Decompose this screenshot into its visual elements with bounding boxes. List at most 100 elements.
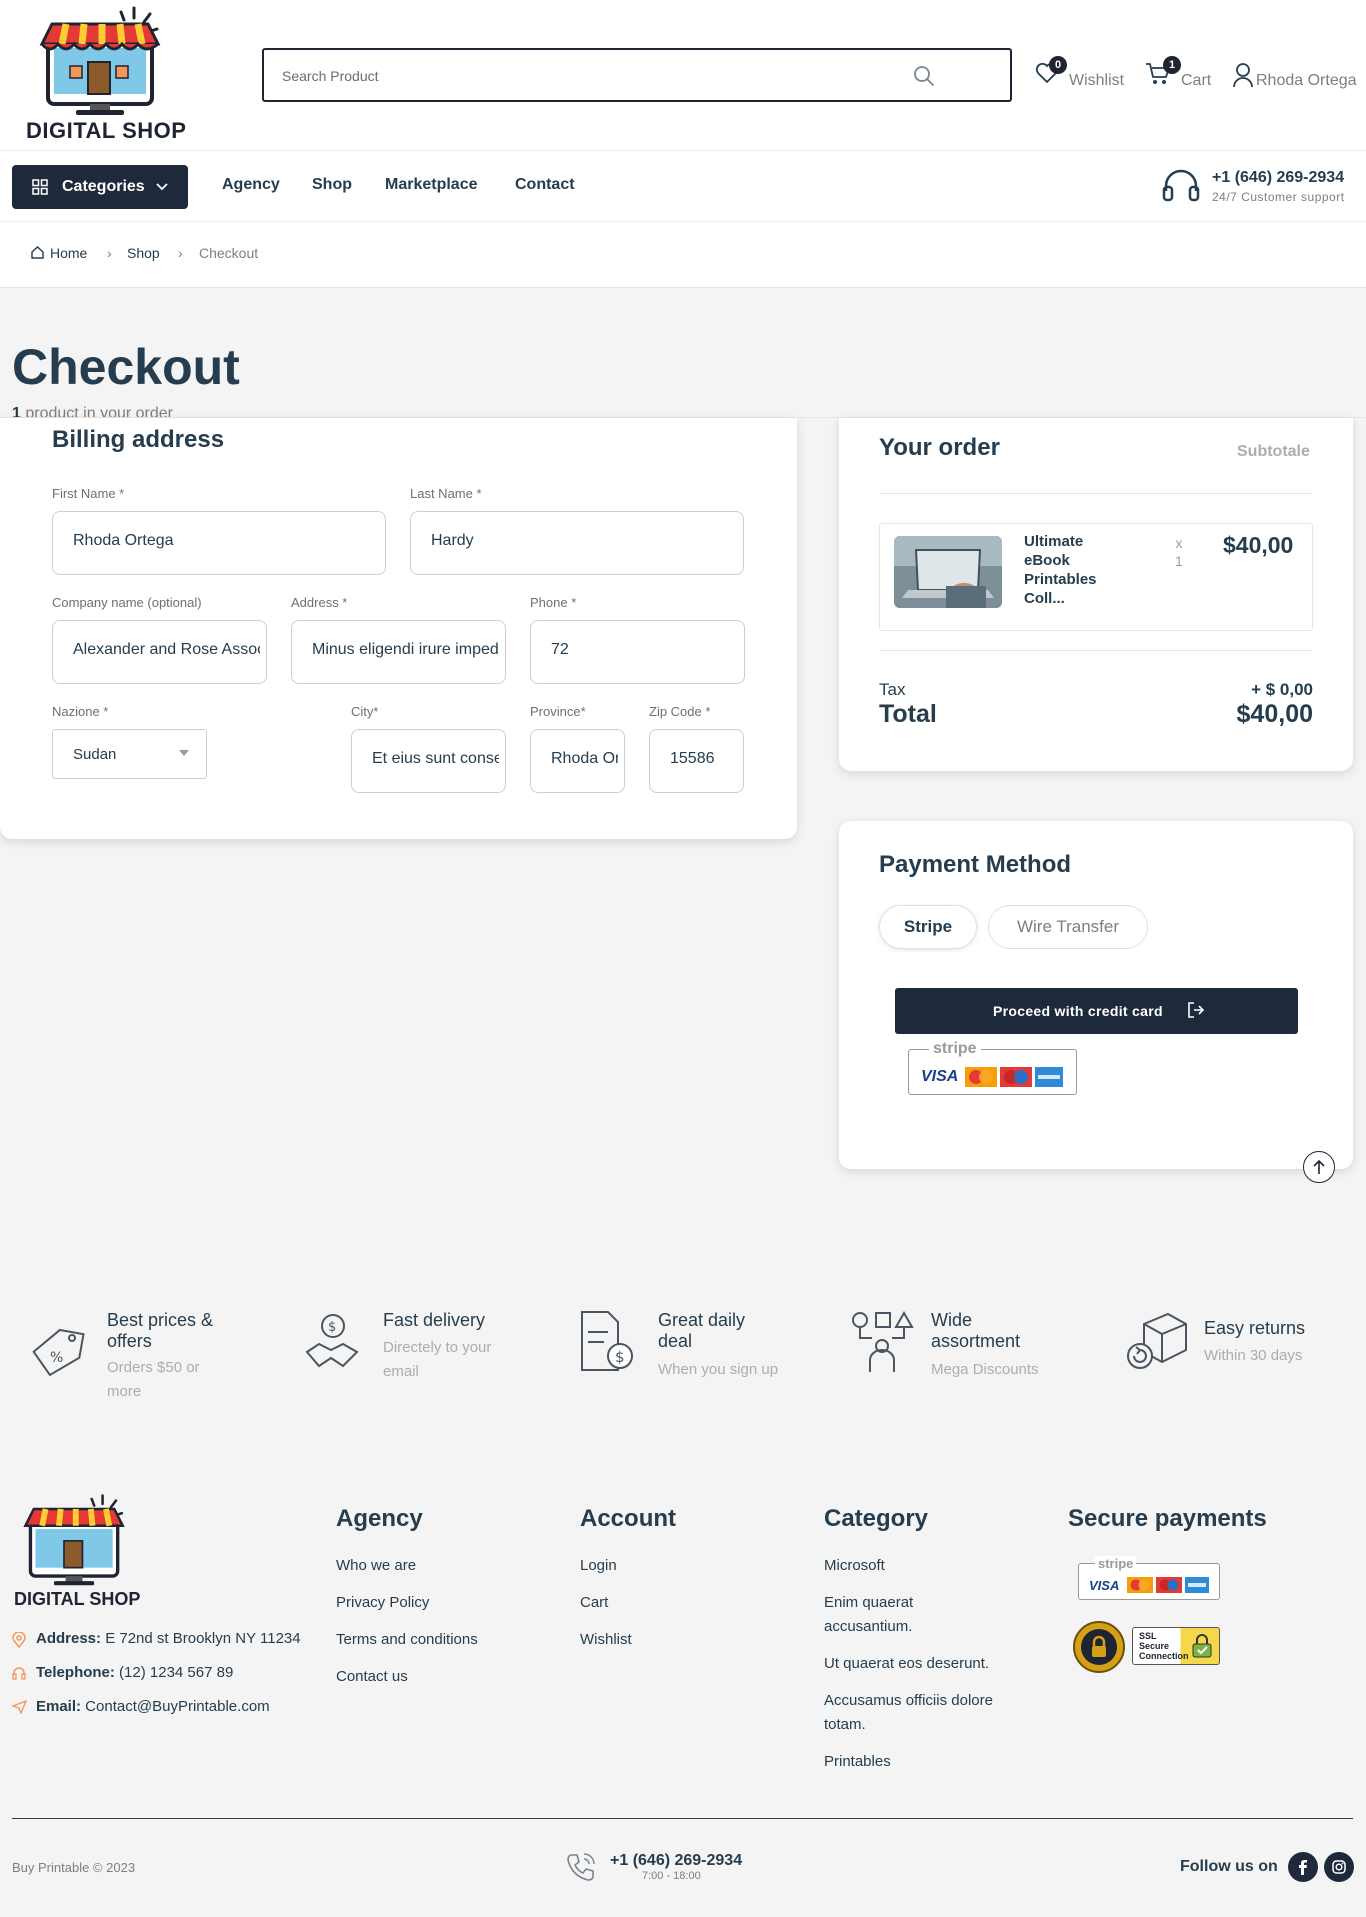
- stripe-wordmark: stripe: [929, 1040, 981, 1058]
- chevron-down-icon: [156, 183, 168, 191]
- scroll-to-top-button[interactable]: [1303, 1151, 1335, 1183]
- proceed-credit-card-button[interactable]: Proceed with credit card: [895, 988, 1298, 1034]
- stripe-wordmark: stripe: [1095, 1556, 1137, 1571]
- product-count-text: product in your order: [20, 405, 173, 417]
- footer-link[interactable]: Login: [580, 1554, 617, 1578]
- order-heading: Your order: [879, 434, 1000, 461]
- total-label: Total: [879, 700, 937, 728]
- user-account-link[interactable]: Rhoda Ortega: [1232, 60, 1362, 96]
- footer-link[interactable]: Contact us: [336, 1665, 408, 1689]
- grid-icon: [32, 179, 48, 195]
- footer-link[interactable]: Cart: [580, 1591, 608, 1615]
- footer-phone-number: +1 (646) 269-2934: [610, 1852, 743, 1869]
- breadcrumb-shop[interactable]: Shop: [127, 245, 160, 261]
- footer-link[interactable]: Wishlist: [580, 1628, 632, 1652]
- arrow-up-icon: [1313, 1159, 1325, 1174]
- footer-link[interactable]: Privacy Policy: [336, 1591, 429, 1615]
- product-thumbnail[interactable]: [894, 536, 1002, 608]
- footer-link[interactable]: Who we are: [336, 1554, 416, 1578]
- zip-label: Zip Code *: [649, 704, 711, 719]
- footer-logo[interactable]: DIGITAL SHOP: [12, 1492, 152, 1612]
- address-field[interactable]: Minus eligendi irure impedit: [291, 620, 506, 684]
- footer-link[interactable]: Enim quaerat accusantium.: [824, 1591, 913, 1639]
- zip-field[interactable]: 15586: [649, 729, 744, 793]
- address-value: Minus eligendi irure impedit: [312, 641, 499, 658]
- footer-link[interactable]: Ut quaerat eos deserunt.: [824, 1652, 989, 1676]
- phone-field[interactable]: 72: [530, 620, 745, 684]
- feature-subtitle: When you sign up: [658, 1361, 779, 1378]
- province-field[interactable]: Rhoda Ortega: [530, 729, 625, 793]
- total-value: $40,00: [1236, 700, 1313, 728]
- facebook-icon: [1299, 1860, 1307, 1875]
- price-tag-icon: %: [32, 1328, 85, 1377]
- nav-link-shop[interactable]: Shop: [312, 176, 352, 194]
- last-name-value: Hardy: [431, 532, 474, 549]
- wishlist-link[interactable]: 0 Wishlist: [1032, 56, 1132, 96]
- site-logo[interactable]: DIGITAL SHOP: [26, 6, 186, 144]
- page-title: Checkout: [12, 339, 240, 395]
- product-name[interactable]: Ultimate eBook Printables Coll...: [1024, 532, 1097, 608]
- security-seal-icon: [1073, 1621, 1125, 1673]
- company-field[interactable]: Alexander and Rose Associates: [52, 620, 267, 684]
- footer-link[interactable]: Printables: [824, 1750, 891, 1774]
- breadcrumb-home[interactable]: Home: [50, 245, 87, 261]
- footer-phone[interactable]: +1 (646) 269-2934 7:00 - 18:00: [566, 1848, 766, 1888]
- nav-link-marketplace[interactable]: Marketplace: [385, 176, 478, 194]
- first-name-field[interactable]: Rhoda Ortega: [52, 511, 386, 575]
- footer-secure-heading: Secure payments: [1068, 1505, 1267, 1532]
- subtotal-label: Subtotale: [1237, 443, 1310, 460]
- tab-wire-transfer[interactable]: Wire Transfer: [988, 905, 1148, 949]
- footer-email[interactable]: Email: Contact@BuyPrintable.com: [36, 1698, 270, 1715]
- proceed-label: Proceed with credit card: [993, 1003, 1163, 1019]
- billing-card: Billing address First Name * Rhoda Orteg…: [0, 418, 797, 839]
- footer-stripe-badge: stripe VISA: [1078, 1556, 1220, 1600]
- instagram-link[interactable]: [1324, 1852, 1354, 1882]
- search-bar: [262, 48, 1012, 102]
- cart-link[interactable]: 1 Cart: [1143, 56, 1213, 96]
- feature-subtitle: Directely to your email: [383, 1339, 492, 1380]
- footer-link[interactable]: Microsoft: [824, 1554, 885, 1578]
- categories-button[interactable]: Categories: [12, 165, 188, 209]
- support-phone-number: +1 (646) 269-2934: [1212, 169, 1345, 186]
- cart-label: Cart: [1181, 72, 1212, 89]
- footer-telephone[interactable]: Telephone: (12) 1234 567 89: [36, 1664, 233, 1681]
- search-icon[interactable]: [912, 64, 936, 88]
- return-box-icon: [1127, 1312, 1187, 1369]
- headset-icon: [1162, 169, 1200, 202]
- search-input[interactable]: [282, 64, 882, 88]
- country-label: Nazione *: [52, 704, 109, 719]
- order-divider: [879, 493, 1313, 494]
- phone-label: Phone *: [530, 595, 577, 610]
- breadcrumb-current: Checkout: [199, 245, 259, 261]
- handshake-coin-icon: $: [305, 1314, 359, 1368]
- city-label: City*: [351, 704, 379, 719]
- instagram-icon: [1332, 1860, 1346, 1874]
- visa-logo: VISA: [1089, 1578, 1120, 1593]
- address-label: Address *: [291, 595, 348, 610]
- nav-link-contact[interactable]: Contact: [515, 176, 575, 194]
- facebook-link[interactable]: [1288, 1852, 1318, 1882]
- footer-logo-text: DIGITAL SHOP: [14, 1589, 141, 1609]
- support-phone[interactable]: +1 (646) 269-2934 24/7 Customer support: [1162, 167, 1362, 207]
- nav-link-agency[interactable]: Agency: [222, 176, 280, 194]
- company-label: Company name (optional): [52, 595, 202, 610]
- breadcrumb-separator: ›: [107, 245, 112, 261]
- header-divider: [0, 150, 1366, 151]
- location-pin-icon: [12, 1632, 26, 1648]
- feature-subtitle: Within 30 days: [1204, 1347, 1303, 1364]
- logo-text: DIGITAL SHOP: [26, 118, 187, 143]
- footer-link[interactable]: Terms and conditions: [336, 1628, 478, 1652]
- product-count: 1: [12, 405, 21, 417]
- tab-stripe[interactable]: Stripe: [879, 905, 977, 949]
- city-field[interactable]: Et eius sunt consequat: [351, 729, 506, 793]
- country-select[interactable]: Sudan: [52, 729, 207, 779]
- company-value: Alexander and Rose Associates: [73, 641, 260, 658]
- footer-link[interactable]: Accusamus officiis dolore totam.: [824, 1689, 993, 1737]
- province-value: Rhoda Ortega: [551, 750, 618, 767]
- assortment-shapes-icon: [852, 1310, 914, 1372]
- wishlist-label: Wishlist: [1069, 72, 1125, 89]
- province-label: Province*: [530, 704, 586, 719]
- footer-agency-heading: Agency: [336, 1505, 423, 1532]
- footer-address: Address: E 72nd st Brooklyn NY 11234: [36, 1630, 301, 1647]
- last-name-field[interactable]: Hardy: [410, 511, 744, 575]
